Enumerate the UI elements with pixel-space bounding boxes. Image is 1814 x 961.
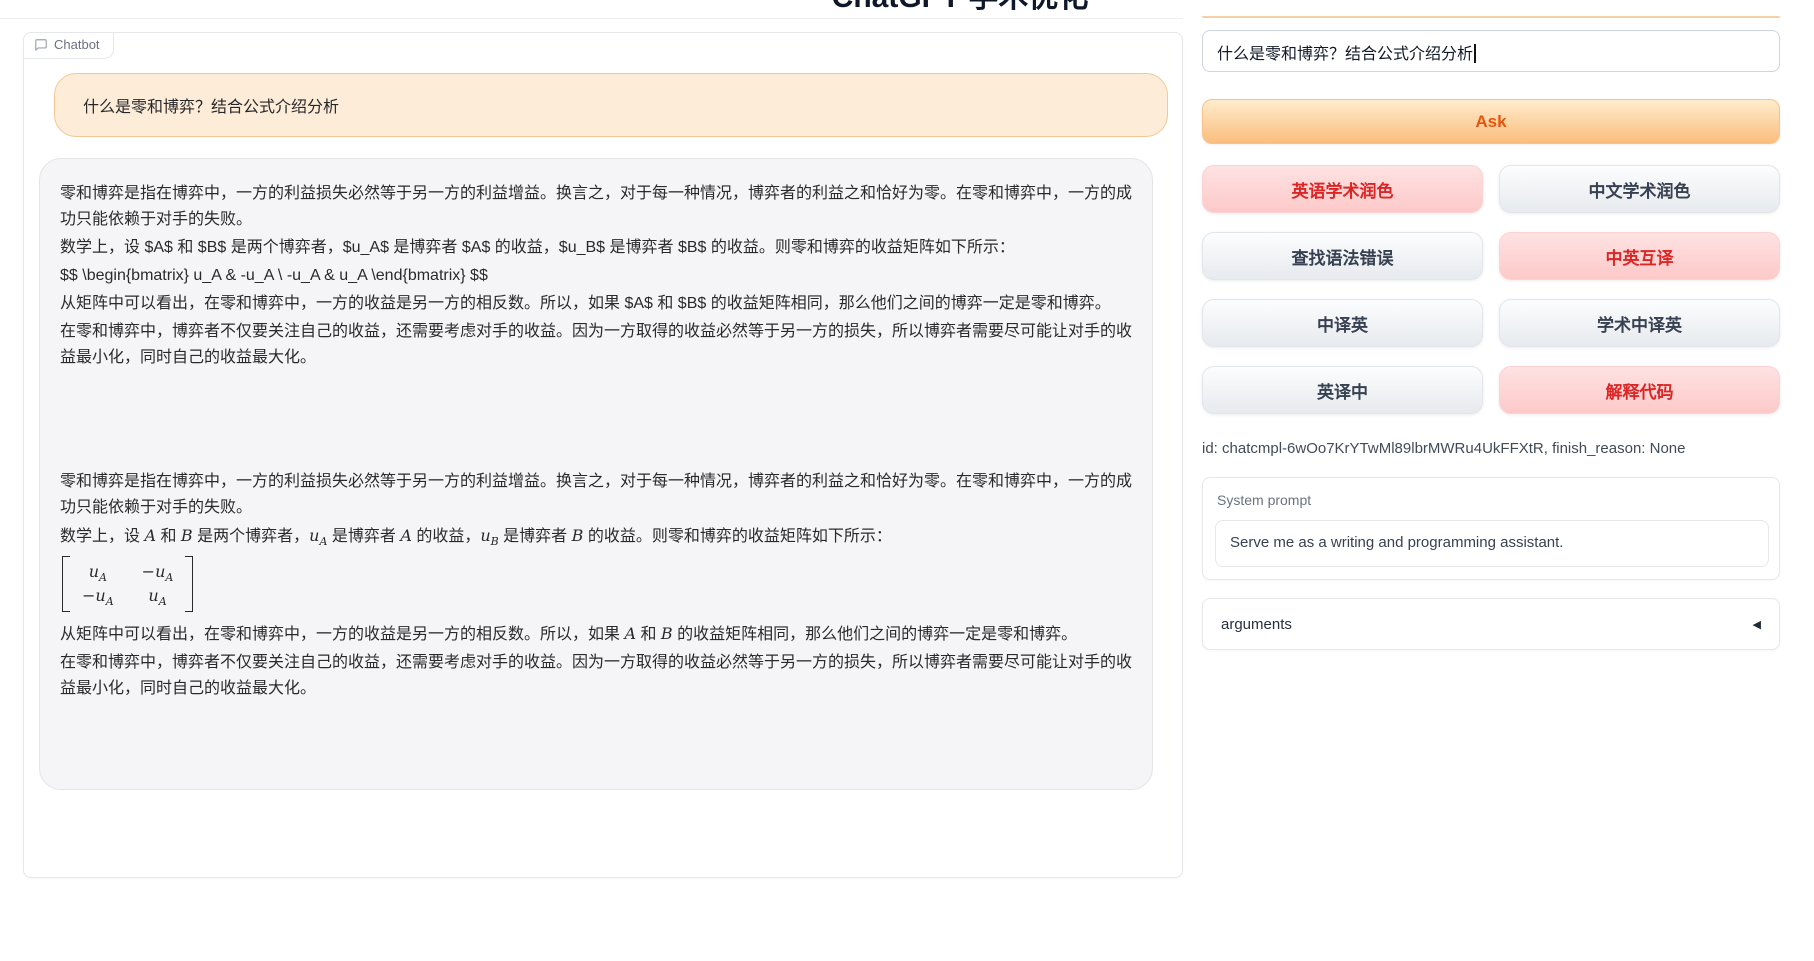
payoff-matrix: uA−uA−uAuA bbox=[62, 556, 193, 612]
bot-paragraph: 零和博弈是指在博弈中，一方的利益损失必然等于另一方的利益增益。换言之，对于每一种… bbox=[60, 181, 1132, 233]
text-caret bbox=[1474, 44, 1476, 63]
bot-raw-section: 零和博弈是指在博弈中，一方的利益损失必然等于另一方的利益增益。换言之，对于每一种… bbox=[60, 181, 1132, 371]
bot-paragraph: $$ \begin{bmatrix} u_A & -u_A \ -u_A & u… bbox=[60, 263, 1132, 289]
academic-zh-to-en-button[interactable]: 学术中译英 bbox=[1499, 299, 1780, 347]
page-title: ChatGPT 学术优化 bbox=[832, 0, 1089, 16]
chatbot-label: Chatbot bbox=[24, 33, 114, 59]
bot-paragraph: 数学上，设 $A$ 和 $B$ 是两个博弈者，$u_A$ 是博弈者 $A$ 的收… bbox=[60, 235, 1132, 261]
accordion-label: arguments bbox=[1221, 616, 1292, 633]
zh-to-en-button[interactable]: 中译英 bbox=[1202, 299, 1483, 347]
top-divider-right bbox=[1202, 16, 1780, 18]
find-grammar-errors-button[interactable]: 查找语法错误 bbox=[1202, 232, 1483, 280]
section-gap bbox=[60, 373, 1132, 469]
arguments-accordion[interactable]: arguments ◀ bbox=[1202, 598, 1780, 650]
matrix-cell: −uA bbox=[142, 561, 174, 583]
matrix-bracket-right bbox=[185, 556, 193, 612]
bot-rendered-section: 零和博弈是指在博弈中，一方的利益损失必然等于另一方的利益增益。换言之，对于每一种… bbox=[60, 469, 1132, 702]
system-prompt-card: System prompt Serve me as a writing and … bbox=[1202, 477, 1780, 580]
prompt-input[interactable]: 什么是零和博弈？结合公式介绍分析 bbox=[1202, 30, 1780, 72]
bot-paragraph: 在零和博弈中，博弈者不仅要关注自己的收益，还需要考虑对手的收益。因为一方取得的收… bbox=[60, 650, 1132, 702]
zh-en-mutual-translate-button[interactable]: 中英互译 bbox=[1499, 232, 1780, 280]
matrix-cells: uA−uA−uAuA bbox=[70, 556, 185, 612]
bot-paragraph: 零和博弈是指在博弈中，一方的利益损失必然等于另一方的利益增益。换言之，对于每一种… bbox=[60, 469, 1132, 521]
bot-message-bubble: 零和博弈是指在博弈中，一方的利益损失必然等于另一方的利益增益。换言之，对于每一种… bbox=[39, 158, 1153, 790]
explain-code-button[interactable]: 解释代码 bbox=[1499, 366, 1780, 414]
system-prompt-value: Serve me as a writing and programming as… bbox=[1230, 534, 1563, 551]
ask-button-label: Ask bbox=[1475, 112, 1506, 131]
quick-buttons-grid: 英语学术润色中文学术润色查找语法错误中英互译中译英学术中译英英译中解释代码 bbox=[1202, 165, 1780, 414]
prompt-input-value: 什么是零和博弈？结合公式介绍分析 bbox=[1217, 46, 1473, 63]
user-message-text: 什么是零和博弈？结合公式介绍分析 bbox=[83, 99, 339, 116]
chat-bubble-icon bbox=[34, 38, 48, 52]
matrix-cell: uA bbox=[142, 585, 174, 607]
bot-paragraph: 从矩阵中可以看出，在零和博弈中，一方的收益是另一方的相反数。所以，如果 A 和 … bbox=[60, 621, 1132, 648]
chatbot-panel[interactable]: Chatbot 什么是零和博弈？结合公式介绍分析 零和博弈是指在博弈中，一方的利… bbox=[23, 32, 1183, 878]
bot-paragraph: 数学上，设 A 和 B 是两个博弈者，uA 是博弈者 A 的收益，uB 是博弈者… bbox=[60, 523, 1132, 550]
collapse-triangle-icon: ◀ bbox=[1753, 618, 1761, 631]
chatbot-label-text: Chatbot bbox=[54, 37, 100, 52]
matrix-bracket-left bbox=[62, 556, 70, 612]
bot-paragraph: 从矩阵中可以看出，在零和博弈中，一方的收益是另一方的相反数。所以，如果 $A$ … bbox=[60, 291, 1132, 317]
english-academic-polish-button[interactable]: 英语学术润色 bbox=[1202, 165, 1483, 213]
chinese-academic-polish-button[interactable]: 中文学术润色 bbox=[1499, 165, 1780, 213]
matrix-cell: uA bbox=[82, 561, 114, 583]
status-line: id: chatcmpl-6wOo7KrYTwMl89lbrMWRu4UkFFX… bbox=[1202, 440, 1780, 457]
user-message-bubble: 什么是零和博弈？结合公式介绍分析 bbox=[54, 73, 1168, 137]
en-to-zh-button[interactable]: 英译中 bbox=[1202, 366, 1483, 414]
bot-paragraph: 在零和博弈中，博弈者不仅要关注自己的收益，还需要考虑对手的收益。因为一方取得的收… bbox=[60, 319, 1132, 371]
system-prompt-input[interactable]: Serve me as a writing and programming as… bbox=[1215, 520, 1769, 567]
top-divider-left bbox=[0, 18, 1183, 19]
ask-button[interactable]: Ask bbox=[1202, 99, 1780, 144]
matrix-cell: −uA bbox=[82, 585, 114, 607]
system-prompt-label: System prompt bbox=[1217, 492, 1311, 508]
